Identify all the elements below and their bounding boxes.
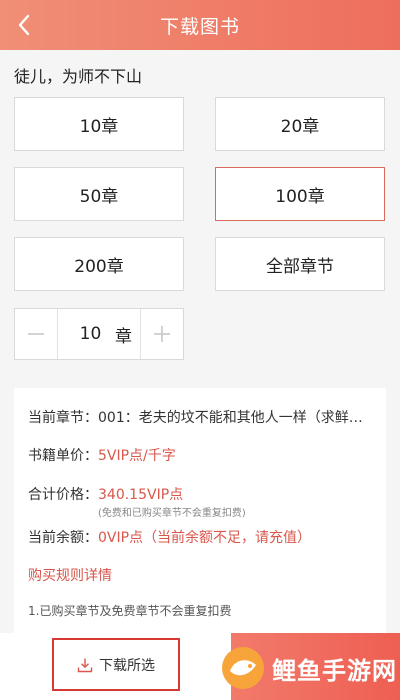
purchase-rules-link[interactable]: 购买规则详情 [28,565,112,585]
option-20-chapters[interactable]: 20章 [215,97,385,151]
download-selected-button[interactable]: 下载所选 [52,638,180,691]
increment-button[interactable] [141,309,183,359]
watermark-text: 鲤鱼手游网 [272,656,397,685]
balance-row: 当前余额：0VIP点（当前余额不足，请充值） [28,527,311,547]
header-bar: 下载图书 [0,0,400,50]
download-icon [77,658,93,672]
option-100-chapters[interactable]: 100章 [215,167,385,221]
minus-icon [28,333,44,335]
total-price-value: 340.15VIP点 [98,487,184,503]
current-chapter-label: 当前章节： [28,410,98,426]
purchase-tip: 1.已购买章节及免费章节不会重复扣费 [28,604,232,618]
balance-value: 0VIP点（当前余额不足，请充值） [98,530,312,546]
option-200-chapters[interactable]: 200章 [14,237,184,291]
chapter-stepper: 10 章 [14,308,184,360]
watermark: 鲤鱼手游网 [220,640,400,696]
fish-logo-icon [222,647,264,689]
option-10-chapters[interactable]: 10章 [14,97,184,151]
decrement-button[interactable] [15,309,57,359]
unit-price-label: 书籍单价： [28,448,98,464]
plus-icon [154,326,170,342]
purchase-info-panel: 当前章节：001：老夫的坟不能和其他人一样（求鲜… 书籍单价：5VIP点/千字 … [14,388,386,633]
unit-price-row: 书籍单价：5VIP点/千字 [28,445,176,465]
total-price-note: (免费和已购买章节不会重复扣费) [98,508,246,519]
page-title: 下载图书 [159,15,240,38]
option-50-chapters[interactable]: 50章 [14,167,184,221]
current-chapter-value: 001：老夫的坟不能和其他人一样（求鲜… [98,410,363,426]
current-chapter-row: 当前章节：001：老夫的坟不能和其他人一样（求鲜… [28,407,363,427]
total-price-row: 合计价格：340.15VIP点 [28,484,183,504]
download-selected-label: 下载所选 [99,657,155,674]
balance-label: 当前余额： [28,530,98,546]
stepper-unit: 章 [115,326,132,347]
stepper-value-box[interactable]: 10 章 [57,309,141,359]
book-title: 徒儿，为师不下山 [14,67,143,86]
option-all-chapters[interactable]: 全部章节 [215,237,385,291]
total-price-label: 合计价格： [28,487,98,503]
back-button[interactable] [8,9,40,41]
unit-price-value: 5VIP点/千字 [98,448,176,464]
chevron-left-icon [18,14,30,36]
stepper-value: 10 [79,324,102,344]
